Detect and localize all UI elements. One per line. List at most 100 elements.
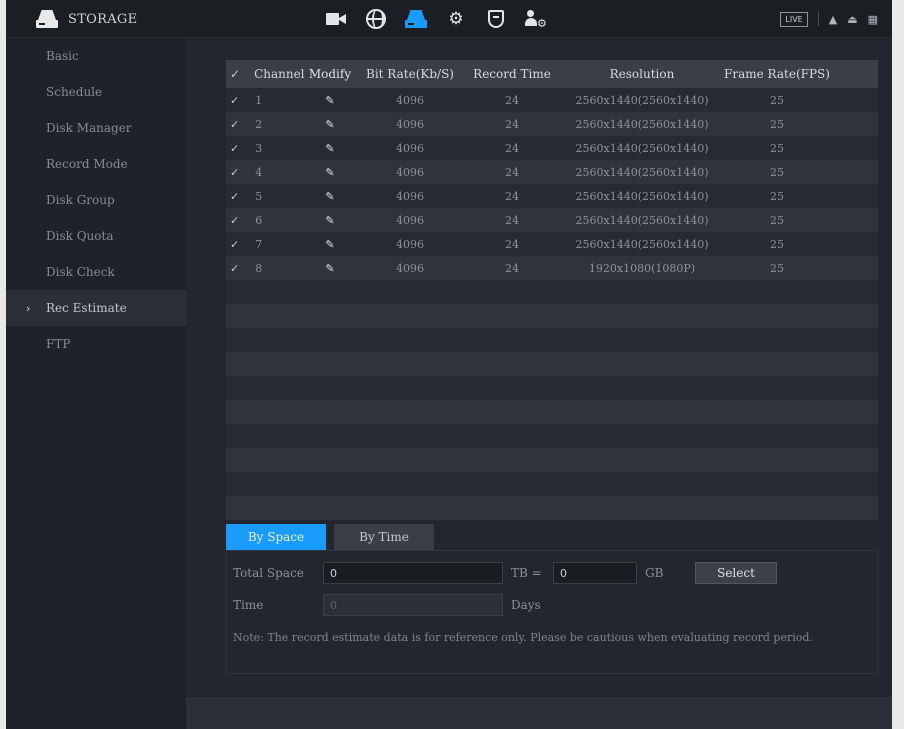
fps-cell: 25 — [770, 261, 784, 275]
bitrate-cell: 4096 — [396, 165, 424, 179]
app-window: STORAGE ⚙ ⚙ LIVE ▲ ⏏ ▦ Basic Schedule Di… — [6, 0, 892, 729]
record-time-cell: 24 — [505, 93, 519, 107]
app-title: STORAGE — [36, 0, 137, 38]
record-time-cell: 24 — [505, 189, 519, 203]
edit-pencil-icon[interactable]: ✎ — [304, 262, 356, 275]
sidebar-item-schedule[interactable]: Schedule — [6, 74, 186, 110]
edit-pencil-icon[interactable]: ✎ — [304, 118, 356, 131]
row-checkbox[interactable]: ✓ — [230, 166, 239, 179]
sidebar-item-label: Disk Group — [46, 193, 115, 207]
resolution-cell: 2560x1440(2560x1440) — [575, 117, 709, 131]
record-time-cell: 24 — [505, 237, 519, 251]
note-text: Note: The record estimate data is for re… — [233, 631, 813, 644]
record-time-cell: 24 — [505, 141, 519, 155]
sidebar-item-label: Record Mode — [46, 157, 128, 171]
resolution-cell: 2560x1440(2560x1440) — [575, 189, 709, 203]
logout-icon[interactable]: ⏏ — [847, 13, 857, 26]
user-icon[interactable]: ▲ — [829, 13, 837, 26]
select-button[interactable]: Select — [695, 562, 777, 584]
empty-row — [226, 280, 878, 304]
grid-icon[interactable]: ▦ — [868, 13, 878, 26]
tab-by-space[interactable]: By Space — [226, 524, 326, 550]
header-bitrate: Bit Rate(Kb/S) — [366, 67, 454, 81]
sidebar-item-basic[interactable]: Basic — [6, 38, 186, 74]
fps-cell: 25 — [770, 189, 784, 203]
channel-number: 7 — [255, 237, 263, 251]
sidebar-item-record-mode[interactable]: Record Mode — [6, 146, 186, 182]
sidebar-item-label: FTP — [46, 337, 71, 351]
security-nav-button[interactable] — [484, 7, 508, 31]
sidebar-item-label: Schedule — [46, 85, 103, 99]
top-bar: STORAGE ⚙ ⚙ LIVE ▲ ⏏ ▦ — [6, 0, 892, 38]
storage-nav-button[interactable] — [404, 7, 428, 31]
empty-row — [226, 400, 878, 424]
channel-table: ✓ Channel Modify Bit Rate(Kb/S) Record T… — [226, 60, 878, 520]
empty-row — [226, 496, 878, 520]
time-label: Time — [233, 598, 264, 612]
bitrate-cell: 4096 — [396, 93, 424, 107]
row-checkbox[interactable]: ✓ — [230, 214, 239, 227]
fps-cell: 25 — [770, 141, 784, 155]
header-resolution: Resolution — [609, 67, 675, 81]
empty-row — [226, 424, 878, 448]
row-checkbox[interactable]: ✓ — [230, 190, 239, 203]
tb-unit-label: TB = — [511, 566, 542, 580]
security-shield-icon — [488, 10, 504, 28]
row-checkbox[interactable]: ✓ — [230, 262, 239, 275]
fps-cell: 25 — [770, 213, 784, 227]
sidebar-item-disk-manager[interactable]: Disk Manager — [6, 110, 186, 146]
header-modify: Modify — [308, 67, 352, 81]
table-header: ✓ Channel Modify Bit Rate(Kb/S) Record T… — [226, 60, 878, 88]
tab-by-time[interactable]: By Time — [334, 524, 434, 550]
row-checkbox[interactable]: ✓ — [230, 118, 239, 131]
row-checkbox[interactable]: ✓ — [230, 142, 239, 155]
row-checkbox[interactable]: ✓ — [230, 94, 239, 107]
system-nav-button[interactable]: ⚙ — [444, 7, 468, 31]
edit-pencil-icon[interactable]: ✎ — [304, 166, 356, 179]
gb-unit-label: GB — [645, 566, 664, 580]
edit-pencil-icon[interactable]: ✎ — [304, 214, 356, 227]
resolution-cell: 1920x1080(1080P) — [588, 261, 696, 275]
edit-pencil-icon[interactable]: ✎ — [304, 142, 356, 155]
resolution-cell: 2560x1440(2560x1440) — [575, 237, 709, 251]
edit-pencil-icon[interactable]: ✎ — [304, 238, 356, 251]
estimate-form: Total Space 0 TB = 0 GB Select Time 0 Da… — [226, 550, 878, 674]
network-icon — [366, 9, 386, 29]
edit-pencil-icon[interactable]: ✎ — [304, 190, 356, 203]
table-row: ✓ 4 ✎ 4096 24 2560x1440(2560x1440) 25 — [226, 160, 878, 184]
total-space-input[interactable]: 0 — [323, 562, 503, 584]
network-nav-button[interactable] — [364, 7, 388, 31]
resolution-cell: 2560x1440(2560x1440) — [575, 213, 709, 227]
bitrate-cell: 4096 — [396, 237, 424, 251]
gb-input[interactable]: 0 — [553, 562, 637, 584]
sidebar-item-rec-estimate[interactable]: › Rec Estimate — [6, 290, 186, 326]
bitrate-cell: 4096 — [396, 117, 424, 131]
account-icon: ⚙ — [525, 10, 547, 29]
main-nav: ⚙ ⚙ — [324, 0, 548, 38]
fps-cell: 25 — [770, 117, 784, 131]
bitrate-cell: 4096 — [396, 213, 424, 227]
time-input: 0 — [323, 594, 503, 616]
sidebar-item-disk-quota[interactable]: Disk Quota — [6, 218, 186, 254]
table-row: ✓ 2 ✎ 4096 24 2560x1440(2560x1440) 25 — [226, 112, 878, 136]
header-channel-label: Channel — [254, 67, 305, 81]
table-row: ✓ 1 ✎ 4096 24 2560x1440(2560x1440) 25 — [226, 88, 878, 112]
row-checkbox[interactable]: ✓ — [230, 238, 239, 251]
account-nav-button[interactable]: ⚙ — [524, 7, 548, 31]
top-right-controls: LIVE ▲ ⏏ ▦ — [780, 0, 878, 38]
live-button[interactable]: LIVE — [780, 11, 808, 27]
channel-number: 1 — [255, 93, 263, 107]
edit-pencil-icon[interactable]: ✎ — [304, 94, 356, 107]
empty-row — [226, 304, 878, 328]
sidebar-item-disk-check[interactable]: Disk Check — [6, 254, 186, 290]
sidebar-item-ftp[interactable]: FTP — [6, 326, 186, 362]
camera-nav-button[interactable] — [324, 7, 348, 31]
fps-cell: 25 — [770, 165, 784, 179]
footer-bar — [186, 697, 892, 729]
sidebar-item-label: Disk Check — [46, 265, 115, 279]
record-time-cell: 24 — [505, 165, 519, 179]
resolution-cell: 2560x1440(2560x1440) — [575, 93, 709, 107]
sidebar-item-disk-group[interactable]: Disk Group — [6, 182, 186, 218]
chevron-right-icon: › — [26, 301, 31, 315]
select-all-checkbox[interactable]: ✓ — [230, 67, 240, 81]
